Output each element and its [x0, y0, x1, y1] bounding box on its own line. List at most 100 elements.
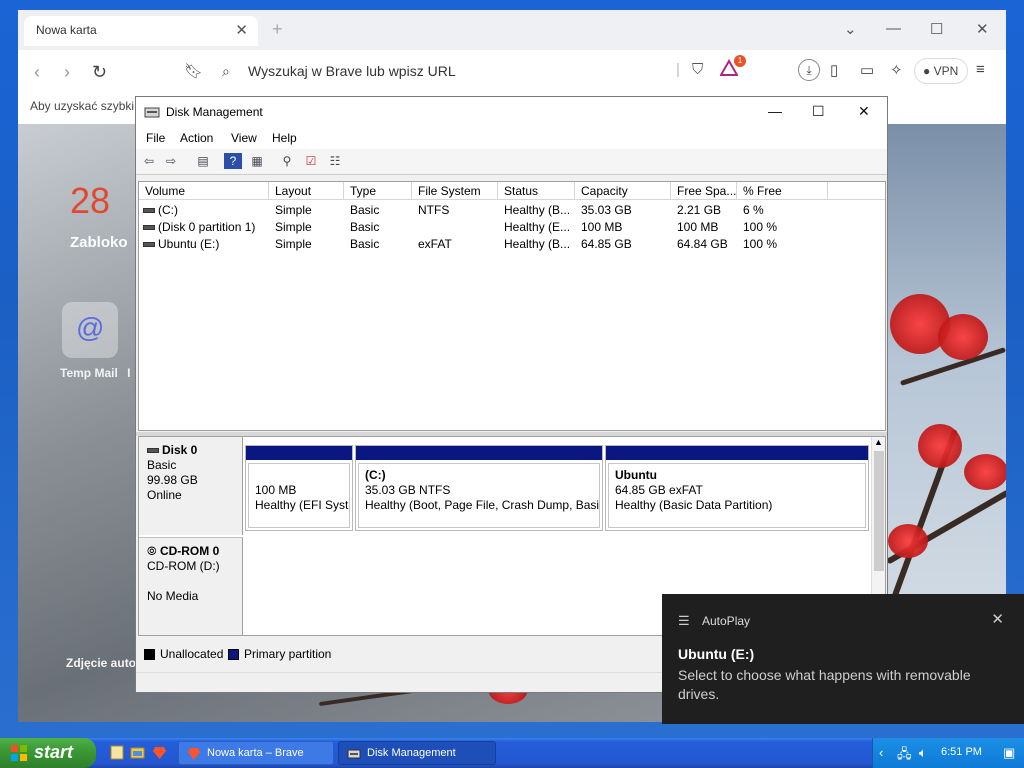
partition-ubuntu[interactable]: Ubuntu 64.85 GB exFAT Healthy (Basic Dat… — [605, 445, 869, 531]
background-blossom — [888, 524, 928, 558]
cdrom-0-spacer — [147, 574, 234, 589]
clock-day: 28 — [70, 180, 111, 221]
layout-cell: Simple — [275, 203, 312, 217]
back-arrow-icon[interactable]: ⇦ — [140, 153, 158, 169]
volume-cell: Ubuntu (E:) — [143, 237, 219, 251]
show-hide-tree-icon[interactable]: ▤ — [194, 153, 212, 169]
col-status[interactable]: Status — [498, 182, 575, 200]
brave-quicklaunch-icon[interactable] — [152, 745, 167, 760]
cdrom-0-name: ⦾ CD-ROM 0 — [147, 544, 220, 558]
browser-tab[interactable]: Nowa karta ✕ — [24, 16, 258, 46]
menu-view[interactable]: View — [231, 131, 257, 145]
scroll-thumb[interactable] — [874, 451, 884, 571]
taskbar-clock[interactable]: 6:51 PM — [941, 746, 982, 758]
partition-size: 100 MB — [255, 483, 297, 497]
col-free-space[interactable]: Free Spa... — [671, 182, 737, 200]
bookmark-icon[interactable]: 🔖︎ — [184, 62, 203, 80]
dm-title-bar[interactable]: Disk Management — ☐ ✕ — [136, 97, 887, 127]
wallet-icon[interactable]: ▭ — [860, 61, 874, 79]
leo-ai-icon[interactable]: ✧ — [890, 61, 903, 79]
back-icon[interactable]: ‹ — [34, 62, 40, 83]
dm-maximize-icon[interactable]: ☐ — [812, 103, 825, 120]
col-percent-free[interactable]: % Free — [737, 182, 828, 200]
show-desktop-icon[interactable] — [110, 745, 125, 760]
partition-size: 64.85 GB exFAT — [615, 483, 703, 497]
layout-cell: Simple — [275, 237, 312, 251]
downloads-icon[interactable]: ⤓ — [798, 59, 820, 81]
settings-list-icon[interactable]: ☷ — [326, 153, 344, 169]
volume-icon[interactable]: 🔈︎ — [919, 745, 927, 761]
maximize-icon[interactable]: ☐ — [930, 20, 943, 38]
notification-close-icon[interactable]: ✕ — [991, 610, 1004, 628]
sidebar-icon[interactable]: ▯ — [830, 61, 838, 79]
task-brave[interactable]: Nowa karta – Brave — [178, 741, 334, 765]
scroll-up-icon[interactable]: ▲ — [874, 437, 883, 447]
col-type[interactable]: Type — [344, 182, 412, 200]
partition-c[interactable]: (C:) 35.03 GB NTFS Healthy (Boot, Page F… — [355, 445, 603, 531]
partition-efi[interactable]: 100 MB Healthy (EFI Syste — [245, 445, 353, 531]
minimize-icon[interactable]: — — [886, 20, 901, 37]
task-disk-management[interactable]: Disk Management — [338, 741, 496, 765]
start-button[interactable]: start — [0, 738, 96, 768]
volume-row[interactable]: (C:) Simple Basic NTFS Healthy (B... 35.… — [139, 202, 885, 219]
task-dm-label: Disk Management — [367, 747, 456, 759]
vpn-button[interactable]: ● VPN — [914, 58, 968, 84]
properties-icon[interactable]: ▦ — [248, 153, 266, 169]
disk-0-label[interactable]: Disk 0 Basic 99.98 GB Online — [139, 437, 243, 535]
col-volume[interactable]: Volume — [139, 182, 269, 200]
volume-list-header: Volume Layout Type File System Status Ca… — [139, 182, 885, 200]
checklist-icon[interactable]: ☑ — [302, 153, 320, 169]
partition-status: Healthy (EFI Syste — [255, 498, 350, 512]
system-tray: ‹ 🖧︎ 🔈︎ 6:51 PM ▣ — [872, 738, 1024, 768]
dm-minimize-icon[interactable]: — — [768, 103, 782, 119]
menu-action[interactable]: Action — [180, 131, 213, 145]
dm-close-icon[interactable]: ✕ — [858, 103, 870, 120]
col-filesystem[interactable]: File System — [412, 182, 498, 200]
forward-arrow-icon[interactable]: ⇨ — [162, 153, 180, 169]
volume-row[interactable]: Ubuntu (E:) Simple Basic exFAT Healthy (… — [139, 236, 885, 253]
drive-icon — [143, 208, 155, 214]
start-label: start — [34, 742, 74, 762]
show-hidden-icons-icon[interactable]: ‹ — [879, 745, 883, 760]
forward-icon[interactable]: › — [64, 62, 70, 83]
network-icon[interactable]: 🖧︎ — [897, 745, 912, 767]
taskbar: start Nowa karta – Brave Disk Management… — [0, 738, 1024, 768]
tab-close-icon[interactable]: ✕ — [235, 21, 248, 39]
partition-bar — [246, 446, 352, 460]
reload-icon[interactable]: ↻ — [92, 62, 107, 83]
new-tab-icon[interactable]: + — [272, 19, 283, 40]
disk-management-icon — [144, 107, 160, 118]
url-bar[interactable]: ⌕ Wyszukaj w Brave lub wpisz URL — [214, 57, 674, 87]
disk-management-task-icon — [347, 749, 361, 759]
top-site-label[interactable]: Temp Mail I — [60, 366, 130, 380]
connect-icon[interactable]: ⚲ — [278, 153, 296, 169]
close-window-icon[interactable]: ✕ — [976, 20, 989, 38]
partition-status: Healthy (Basic Data Partition) — [615, 498, 773, 512]
partition-body: Ubuntu 64.85 GB exFAT Healthy (Basic Dat… — [608, 463, 866, 528]
dm-toolbar: ⇦ ⇨ ▤ ? ▦ ⚲ ☑ ☷ — [136, 149, 887, 175]
photo-credit[interactable]: Zdjęcie auto — [66, 656, 136, 670]
menu-help[interactable]: Help — [272, 131, 297, 145]
help-icon[interactable]: ? — [224, 153, 242, 169]
autoplay-notification[interactable]: ☰ AutoPlay ✕ Ubuntu (E:) Select to choos… — [662, 594, 1024, 724]
col-capacity[interactable]: Capacity — [575, 182, 671, 200]
top-site-tile[interactable]: @ — [62, 302, 118, 358]
percent-cell: 100 % — [743, 220, 778, 234]
volume-row[interactable]: (Disk 0 partition 1) Simple Basic Health… — [139, 219, 885, 236]
brave-shields-icon[interactable]: ⛉ — [692, 61, 703, 78]
menu-file[interactable]: File — [146, 131, 165, 145]
fs-cell: NTFS — [418, 203, 450, 217]
legend-unallocated-label: Unallocated — [160, 647, 224, 661]
explorer-icon[interactable] — [130, 745, 145, 760]
browser-toolbar: ‹ › ↻ 🔖︎ ⌕ Wyszukaj w Brave lub wpisz UR… — [18, 50, 1006, 94]
clock-status: Zabloko — [70, 234, 128, 251]
partition-size: 35.03 GB NTFS — [365, 483, 451, 497]
menu-icon[interactable]: ≡ — [976, 61, 985, 78]
brave-task-icon — [188, 748, 200, 760]
cdrom-0-label[interactable]: ⦾ CD-ROM 0 CD-ROM (D:) No Media — [139, 537, 243, 635]
vpn-label: VPN — [933, 64, 959, 78]
action-center-icon[interactable]: ▣ — [1003, 745, 1015, 761]
tab-list-chevron-icon[interactable]: ⌄ — [844, 20, 857, 38]
fs-cell: exFAT — [418, 237, 452, 251]
col-layout[interactable]: Layout — [269, 182, 344, 200]
